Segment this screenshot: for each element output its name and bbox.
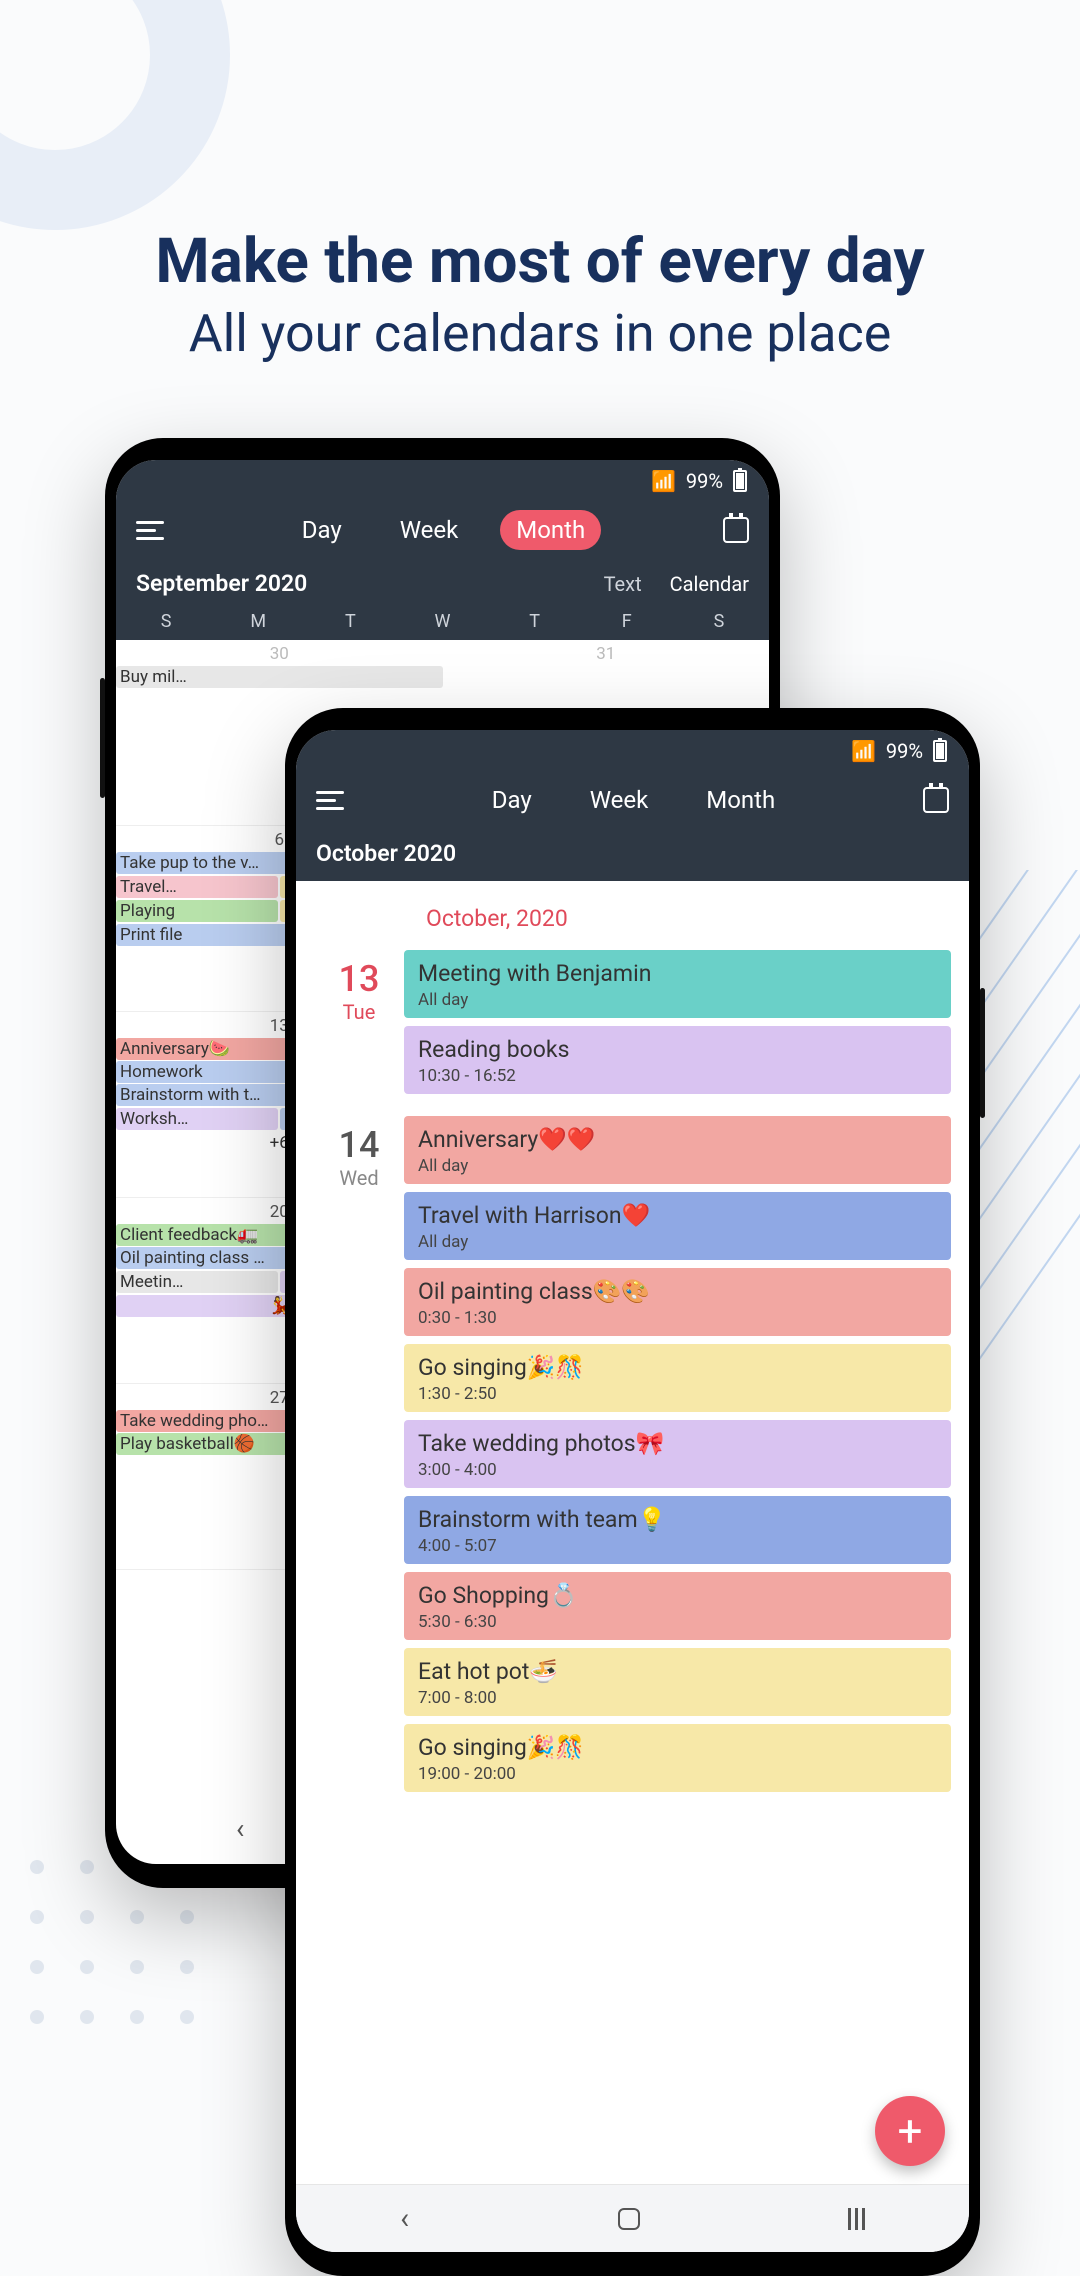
header-month[interactable]: October 2020 [316, 840, 949, 867]
weekday-header: SMTWTFS [116, 611, 769, 640]
wifi-icon: 📶 [851, 739, 876, 763]
weekday-label: T [489, 611, 581, 632]
weekday-label: W [396, 611, 488, 632]
weekday-label: F [581, 611, 673, 632]
tab-week[interactable]: Week [384, 510, 475, 550]
add-event-fab[interactable]: + [875, 2096, 945, 2166]
event-card[interactable]: Oil painting class🎨🎨0:30 - 1:30 [404, 1268, 951, 1336]
event-card[interactable]: Meeting with BenjaminAll day [404, 950, 951, 1018]
menu-icon[interactable] [316, 791, 344, 810]
event-card[interactable]: Reading books10:30 - 16:52 [404, 1026, 951, 1094]
tab-day[interactable]: Day [286, 510, 358, 550]
view-text-tab[interactable]: Text [604, 572, 642, 596]
event-card[interactable]: Brainstorm with team💡4:00 - 5:07 [404, 1496, 951, 1564]
agenda-date[interactable]: 13Tue [314, 950, 404, 1094]
event-card[interactable]: Take wedding photos🎀3:00 - 4:00 [404, 1420, 951, 1488]
event-chip[interactable]: Worksh… [116, 1108, 278, 1130]
weekday-label: S [673, 611, 765, 632]
nav-recent-icon[interactable] [848, 2208, 865, 2230]
event-card[interactable]: Go singing🎉🎊1:30 - 2:50 [404, 1344, 951, 1412]
decorative-dots [30, 1860, 230, 2060]
app-topbar: Day Week Month [116, 502, 769, 564]
today-icon[interactable] [923, 787, 949, 813]
tab-month[interactable]: Month [500, 510, 601, 550]
battery-pct: 99% [686, 469, 723, 493]
event-card[interactable]: Eat hot pot🍜7:00 - 8:00 [404, 1648, 951, 1716]
event-card[interactable]: Go Shopping💍5:30 - 6:30 [404, 1572, 951, 1640]
nav-back-icon[interactable]: ‹ [400, 2201, 409, 2236]
tab-week[interactable]: Week [574, 780, 665, 820]
tab-month[interactable]: Month [690, 780, 791, 820]
event-card[interactable]: Travel with Harrison❤️All day [404, 1192, 951, 1260]
agenda-month-label: October, 2020 [296, 881, 969, 950]
nav-home-icon[interactable] [618, 2208, 640, 2230]
weekday-label: S [120, 611, 212, 632]
event-card[interactable]: Anniversary❤️❤️All day [404, 1116, 951, 1184]
view-calendar-tab[interactable]: Calendar [670, 572, 749, 596]
event-chip[interactable]: Travel… [116, 876, 278, 898]
system-navbar: ‹ [296, 2184, 969, 2252]
battery-icon [733, 470, 747, 492]
event-chip[interactable]: Meetin… [116, 1271, 278, 1293]
battery-pct: 99% [886, 739, 923, 763]
agenda-list[interactable]: October, 2020 13TueMeeting with Benjamin… [296, 881, 969, 2184]
weekday-label: T [304, 611, 396, 632]
app-topbar: Day Week Month [296, 772, 969, 834]
status-bar: 📶 99% [116, 460, 769, 502]
status-bar: 📶 99% [296, 730, 969, 772]
weekday-label: M [212, 611, 304, 632]
hero-title: Make the most of every day [0, 225, 1080, 298]
agenda-date[interactable]: 14Wed [314, 1116, 404, 1792]
menu-icon[interactable] [136, 521, 164, 540]
tab-day[interactable]: Day [476, 780, 548, 820]
decorative-ring [0, 0, 230, 230]
month-label[interactable]: September 2020 [136, 570, 604, 597]
today-icon[interactable] [723, 517, 749, 543]
event-card[interactable]: Go singing🎉🎊19:00 - 20:00 [404, 1724, 951, 1792]
hero-subtitle: All your calendars in one place [0, 303, 1080, 364]
event-chip[interactable]: Playing [116, 900, 278, 922]
battery-icon [933, 740, 947, 762]
wifi-icon: 📶 [651, 469, 676, 493]
event-chip[interactable]: Buy mil… [116, 666, 443, 688]
phone-agenda-frame: 📶 99% Day Week Month October 2020 Octobe… [285, 708, 980, 2276]
